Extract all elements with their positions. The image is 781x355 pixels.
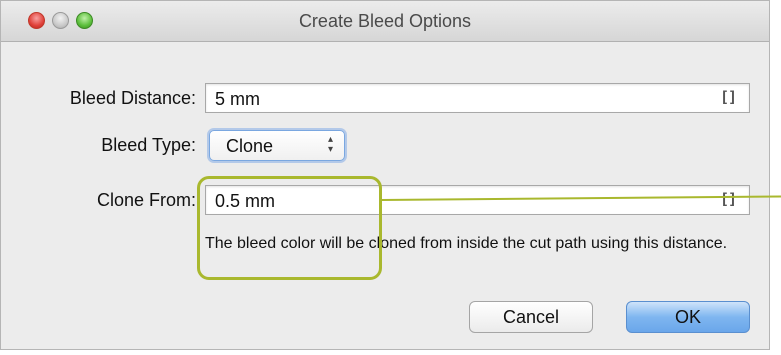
clone-from-label: Clone From: bbox=[96, 190, 196, 210]
cancel-button[interactable]: Cancel bbox=[469, 301, 593, 333]
bleed-distance-label: Bleed Distance: bbox=[69, 88, 196, 108]
ok-button[interactable]: OK bbox=[626, 301, 750, 333]
bleed-type-label: Bleed Type: bbox=[101, 135, 196, 155]
bleed-distance-value: 5 mm bbox=[215, 89, 260, 109]
window-title: Create Bleed Options bbox=[298, 11, 472, 31]
bleed-type-select[interactable]: Clone ▴ ▾ bbox=[209, 130, 345, 161]
title-bar[interactable]: Create Bleed Options bbox=[1, 1, 769, 42]
up-down-arrows-icon: ▴ ▾ bbox=[327, 134, 333, 155]
bleed-type-selected: Clone bbox=[226, 136, 274, 156]
callout-highlight bbox=[197, 176, 382, 280]
unit-brackets-icon[interactable]: [] bbox=[720, 190, 737, 208]
dialog-window: Create Bleed Options Bleed Distance: 5 m… bbox=[0, 0, 770, 350]
bleed-distance-field[interactable]: 5 mm [] bbox=[205, 83, 750, 113]
unit-brackets-icon[interactable]: [] bbox=[720, 88, 737, 106]
